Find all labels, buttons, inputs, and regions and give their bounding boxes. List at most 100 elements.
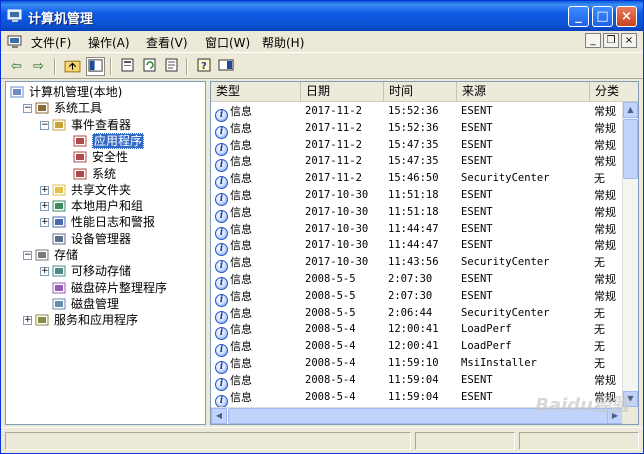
menu-window[interactable]: 窗口(W)	[205, 34, 250, 51]
table-row[interactable]: i 信息 2008-5-4 11:59:04 ESENT 常规	[211, 372, 623, 391]
properties-icon[interactable]	[118, 57, 137, 76]
tree-item[interactable]: 共享文件夹	[52, 182, 131, 198]
tree-item-label: 可移动存储	[71, 264, 132, 279]
cell-type-text: 信息	[230, 390, 252, 404]
toolbar: ⇦ ⇨ ?	[1, 54, 643, 79]
cell-category: 常规	[594, 222, 616, 236]
close-button[interactable]: ×	[616, 6, 637, 27]
table-row[interactable]: i 信息 2017-10-30 11:51:18 ESENT 常规	[211, 187, 623, 206]
cell-type-text: 信息	[230, 155, 252, 169]
computer-management-window: 计算机管理 _ □ × 文件(F) 操作(A) 查看(V) 窗口(W) 帮助(H…	[0, 0, 644, 454]
cell-date: 2008-5-4	[305, 323, 356, 336]
table-row[interactable]: i 信息 2017-11-2 15:47:35 ESENT 常规	[211, 153, 623, 173]
table-row[interactable]: i 信息 2008-5-5 2:07:30 ESENT 常规	[211, 288, 623, 307]
cell-type-text: 信息	[230, 323, 252, 337]
console-tree[interactable]: 计算机管理(本地) − 系统工具 − 事件查看器 应用程序 安全性 系统 + 共享文件夹 + 本地用户…	[5, 81, 206, 425]
menu-help[interactable]: 帮助(H)	[262, 34, 304, 51]
toolbar-separator	[110, 58, 112, 75]
tree-item[interactable]: 计算机管理(本地)	[10, 84, 122, 100]
cell-type-text: 信息	[230, 105, 252, 118]
cell-source: ESENT	[461, 205, 493, 218]
tree-item[interactable]: 系统	[73, 166, 116, 182]
column-header-time[interactable]: 时间	[384, 82, 457, 101]
cell-category: 常规	[594, 155, 616, 169]
column-header-date[interactable]: 日期	[301, 82, 384, 101]
vertical-scrollbar[interactable]: ▲ ▼	[622, 102, 638, 407]
menu-view[interactable]: 查看(V)	[146, 34, 188, 51]
computer-management-icon[interactable]	[7, 34, 23, 50]
tree-item[interactable]: 本地用户和组	[52, 198, 143, 214]
mdi-close-button[interactable]: ×	[621, 33, 637, 48]
tree-item[interactable]: 磁盘碎片整理程序	[52, 280, 167, 296]
refresh-icon[interactable]	[140, 57, 159, 76]
tree-item[interactable]: 可移动存储	[52, 263, 131, 279]
status-pane-tertiary	[519, 432, 639, 450]
tree-item[interactable]: 服务和应用程序	[35, 312, 138, 328]
status-pane-main	[5, 432, 411, 450]
title-bar[interactable]: 计算机管理 _ □ ×	[1, 1, 643, 31]
minimize-button[interactable]: _	[568, 6, 589, 27]
table-row[interactable]: i 信息 2017-11-2 15:52:36 ESENT 常规	[211, 120, 623, 139]
table-row[interactable]: i 信息 2017-11-2 15:47:35 ESENT 常规	[211, 137, 623, 156]
tree-item-label: 事件查看器	[71, 117, 132, 132]
scroll-up-button[interactable]: ▲	[623, 102, 638, 118]
table-row[interactable]: i 信息 2008-5-4 12:00:41 LoadPerf 无	[211, 321, 623, 341]
help-icon[interactable]: ?	[194, 57, 213, 76]
expand-icon[interactable]: +	[40, 202, 49, 212]
cell-date: 2017-10-30	[305, 205, 369, 218]
mdi-minimize-button[interactable]: _	[585, 33, 601, 48]
table-row[interactable]: i 信息 2008-5-5 2:06:44 SecurityCenter 无	[211, 305, 623, 324]
table-row[interactable]: i 信息 2008-5-4 11:59:10 MsiInstaller 无	[211, 355, 623, 374]
log-icon	[73, 134, 89, 148]
mdi-controls: _ ❐ ×	[585, 33, 637, 48]
forward-icon[interactable]: ⇨	[29, 57, 48, 76]
tree-item[interactable]: 安全性	[73, 149, 128, 165]
table-row[interactable]: i 信息 2017-11-2 15:46:50 SecurityCenter 无	[211, 170, 623, 190]
table-row[interactable]: i 信息 2017-10-30 11:44:47 ESENT 常规	[211, 221, 623, 240]
maximize-button[interactable]: □	[592, 6, 613, 27]
tree-item-label: 应用程序	[92, 132, 145, 149]
tree-item[interactable]: 磁盘管理	[52, 296, 119, 312]
menu-file[interactable]: 文件(F)	[31, 34, 71, 51]
table-row[interactable]: i 信息 2017-10-30 11:43:56 SecurityCenter 无	[211, 254, 623, 274]
expand-icon[interactable]: +	[40, 185, 49, 195]
table-row[interactable]: i 信息 2017-10-30 11:51:18 ESENT 常规	[211, 204, 623, 223]
export-list-icon[interactable]	[162, 57, 181, 76]
tree-item[interactable]: 事件查看器	[52, 117, 131, 133]
scroll-thumb[interactable]	[623, 119, 638, 179]
cell-type-text: 信息	[230, 222, 252, 236]
collapse-icon[interactable]: −	[23, 251, 32, 260]
scroll-left-button[interactable]: ◀	[211, 408, 227, 424]
status-bar	[1, 427, 643, 453]
column-header-type[interactable]: 类型	[211, 82, 301, 101]
show-hide-tree-icon[interactable]	[86, 57, 105, 76]
cell-type: i 信息	[215, 389, 252, 408]
tree-item[interactable]: 性能日志和警报	[52, 214, 155, 230]
log-icon	[73, 150, 89, 164]
disk-management-icon	[52, 297, 68, 311]
tree-item[interactable]: 设备管理器	[52, 231, 131, 247]
up-folder-icon[interactable]	[63, 57, 82, 76]
expand-icon[interactable]: +	[40, 267, 49, 277]
tree-item[interactable]: 应用程序	[73, 132, 145, 149]
column-header-source[interactable]: 来源	[457, 82, 590, 101]
expand-icon[interactable]: +	[23, 316, 32, 326]
tree-item-label: 存储	[54, 248, 79, 262]
expand-icon[interactable]: +	[40, 218, 49, 228]
cell-type-text: 信息	[230, 239, 252, 253]
tree-item[interactable]: 系统工具	[35, 100, 102, 116]
cell-time: 2:06:44	[388, 306, 433, 319]
back-icon[interactable]: ⇦	[7, 57, 26, 76]
tree-item[interactable]: 存储	[35, 247, 78, 263]
table-row[interactable]: i 信息 2017-10-30 11:44:47 ESENT 常规	[211, 237, 623, 257]
collapse-icon[interactable]: −	[23, 104, 32, 114]
mdi-restore-button[interactable]: ❐	[603, 33, 619, 48]
cell-date: 2017-11-2	[305, 172, 362, 185]
column-header-category[interactable]: 分类	[590, 82, 638, 101]
menu-action[interactable]: 操作(A)	[88, 34, 130, 51]
table-row[interactable]: i 信息 2008-5-5 2:07:30 ESENT 常规	[211, 271, 623, 290]
show-pane-icon[interactable]	[216, 57, 235, 76]
collapse-icon[interactable]: −	[40, 120, 49, 130]
table-row[interactable]: i 信息 2017-11-2 15:52:36 ESENT 常规	[211, 103, 623, 122]
table-row[interactable]: i 信息 2008-5-4 12:00:41 LoadPerf 无	[211, 338, 623, 358]
